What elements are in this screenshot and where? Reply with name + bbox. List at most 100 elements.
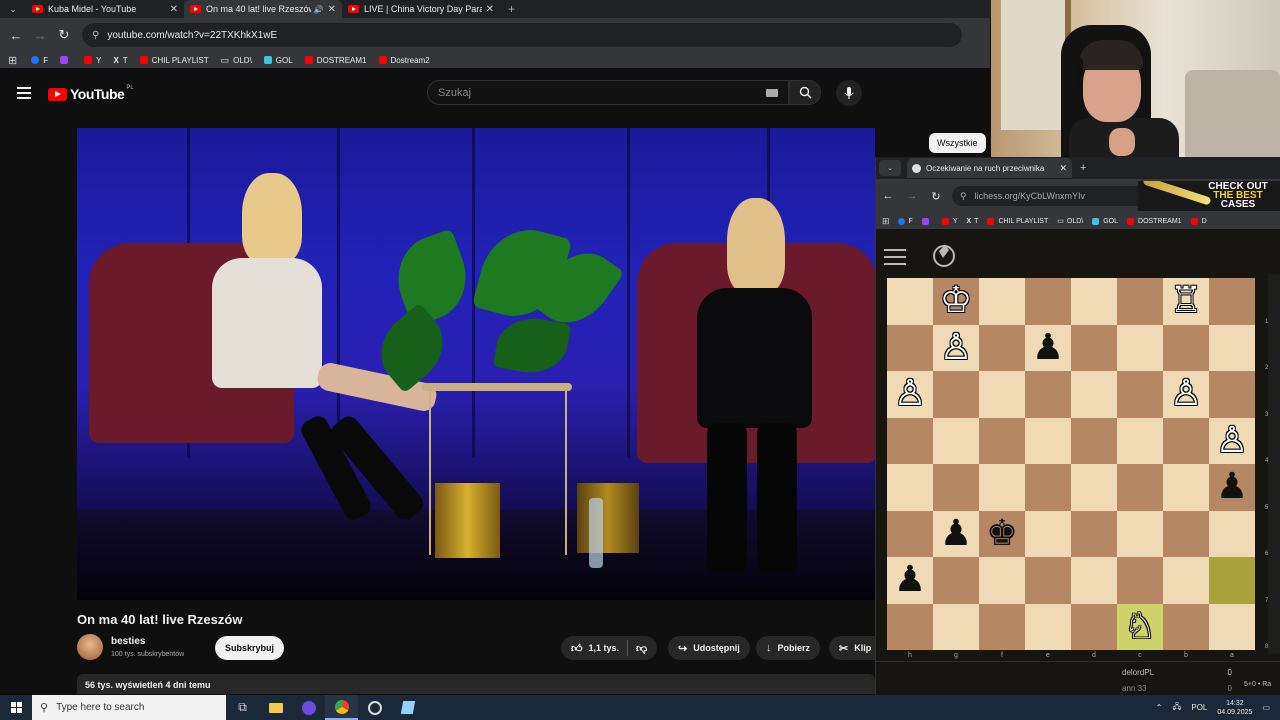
board-square[interactable]	[933, 603, 979, 650]
board-square[interactable]	[979, 371, 1025, 418]
tab-search-button[interactable]: ⌄	[0, 0, 26, 18]
board-square[interactable]	[979, 324, 1025, 371]
board-square[interactable]	[1025, 278, 1071, 325]
board-square[interactable]: ♘	[1117, 603, 1163, 650]
keyboard-icon[interactable]	[766, 88, 778, 97]
board-square[interactable]	[1209, 510, 1255, 557]
board-square[interactable]	[1071, 417, 1117, 464]
board-square[interactable]: ♙	[1209, 417, 1255, 464]
address-bar[interactable]: ⚲ youtube.com/watch?v=22TXKhkX1wE	[82, 23, 962, 47]
black-pawn-icon[interactable]: ♟	[940, 515, 972, 552]
search-input[interactable]: Szukaj	[427, 80, 789, 105]
board-square[interactable]: ♖	[1163, 278, 1209, 325]
ad-banner[interactable]: CHECK OUT THE BEST CASES	[1138, 181, 1280, 211]
white-king-icon[interactable]: ♔	[940, 283, 972, 319]
chrome-icon[interactable]	[325, 695, 358, 720]
board-square[interactable]	[1071, 557, 1117, 604]
board-square[interactable]	[1163, 510, 1209, 557]
reload-button[interactable]: ↻	[52, 27, 76, 43]
board-square[interactable]	[1163, 324, 1209, 371]
close-tab-icon[interactable]: ✕	[1059, 163, 1067, 174]
channel-name[interactable]: besties	[111, 636, 145, 647]
bookmark-item[interactable]: GOL	[263, 56, 293, 65]
board-square[interactable]	[1209, 371, 1255, 418]
board-square[interactable]	[1163, 464, 1209, 511]
board-square[interactable]	[1117, 417, 1163, 464]
board-square[interactable]	[1025, 603, 1071, 650]
board-square[interactable]	[979, 464, 1025, 511]
board-square[interactable]	[1025, 557, 1071, 604]
board-square[interactable]	[1071, 510, 1117, 557]
chat-app-icon[interactable]	[292, 695, 325, 720]
bookmark-item[interactable]: GOL	[1092, 217, 1118, 225]
board-square[interactable]	[1209, 603, 1255, 650]
bookmark-item[interactable]	[60, 56, 72, 64]
language-indicator[interactable]: POL	[1191, 703, 1207, 712]
back-button[interactable]: ←	[4, 28, 28, 43]
board-square[interactable]	[1209, 324, 1255, 371]
task-view-icon[interactable]: ⧉	[226, 695, 259, 720]
apps-grid-icon[interactable]: ⊞	[8, 54, 17, 67]
tab-lichess[interactable]: Oczekiwanie na ruch przeciwnika ✕	[907, 158, 1072, 178]
board-square[interactable]	[979, 603, 1025, 650]
bookmark-item[interactable]: F	[31, 56, 48, 65]
board-square[interactable]	[1071, 371, 1117, 418]
board-square[interactable]: ♙	[887, 371, 933, 418]
menu-icon[interactable]	[884, 249, 906, 265]
clip-button[interactable]: ✂ Klip	[829, 636, 876, 660]
bookmark-item[interactable]: F	[897, 217, 913, 225]
board-square[interactable]	[887, 324, 933, 371]
board-square[interactable]	[887, 417, 933, 464]
tab-search-button[interactable]: ⌄	[879, 160, 901, 176]
thumbs-up-icon[interactable]: 👍︎	[571, 642, 583, 655]
board-square[interactable]	[979, 557, 1025, 604]
board-square[interactable]	[887, 603, 933, 650]
board-square[interactable]	[979, 417, 1025, 464]
board-square[interactable]	[1117, 278, 1163, 325]
board-square[interactable]	[933, 557, 979, 604]
close-tab-icon[interactable]: ✕	[170, 4, 178, 15]
bookmark-item[interactable]: XT	[967, 218, 979, 225]
board-square[interactable]: ♟	[1025, 324, 1071, 371]
tab-video-active[interactable]: On ma 40 lat! live Rzeszów 🔊 ✕	[184, 0, 342, 18]
board-square[interactable]	[887, 464, 933, 511]
white-rook-icon[interactable]: ♖	[1170, 283, 1202, 319]
bookmark-item[interactable]: DOSTREAM1	[1127, 217, 1182, 225]
bookmark-item[interactable]: ▭ OLD\	[221, 55, 252, 66]
black-pawn-icon[interactable]: ♟	[894, 562, 926, 598]
board-square[interactable]: ♟	[933, 510, 979, 557]
tab-kuba-midel[interactable]: Kuba Midel - YouTube ✕	[26, 0, 184, 18]
board-square[interactable]	[1025, 510, 1071, 557]
board-square[interactable]	[1117, 371, 1163, 418]
menu-icon[interactable]	[17, 87, 31, 99]
white-knight-icon[interactable]: ♘	[1124, 608, 1156, 645]
share-button[interactable]: ↪ Udostępnij	[668, 636, 750, 660]
board-square[interactable]	[1209, 557, 1255, 604]
bookmark-item[interactable]: CHIL PLAYLIST	[139, 56, 209, 65]
board-square[interactable]	[933, 464, 979, 511]
video-player[interactable]	[77, 128, 875, 600]
board-square[interactable]	[979, 278, 1025, 325]
notepad-icon[interactable]	[391, 695, 424, 720]
youtube-logo[interactable]: YouTube PL	[48, 85, 134, 102]
black-king-icon[interactable]: ♚	[986, 515, 1018, 552]
bookmark-item[interactable]: Y	[941, 217, 958, 225]
forward-button[interactable]: →	[28, 28, 52, 43]
board-square[interactable]: ♙	[1163, 371, 1209, 418]
board-square[interactable]	[887, 278, 933, 325]
board-square[interactable]	[1163, 557, 1209, 604]
clock[interactable]: 14:32 04.09.2025	[1217, 699, 1252, 717]
board-square[interactable]	[1117, 324, 1163, 371]
board-square[interactable]	[1117, 557, 1163, 604]
white-pawn-icon[interactable]: ♙	[894, 376, 926, 412]
description-box[interactable]: 56 tys. wyświetleń 4 dni temu	[77, 674, 875, 694]
white-pawn-icon[interactable]: ♙	[1216, 422, 1248, 459]
taskbar-search-input[interactable]: ⚲ Type here to search	[32, 695, 226, 720]
bookmark-item[interactable]: ▭ OLD\	[1057, 217, 1083, 226]
bookmark-item[interactable]: XT	[113, 56, 127, 65]
tab-china-parade[interactable]: LIVE | China Victory Day Parade ✕	[342, 0, 500, 18]
black-pawn-icon[interactable]: ♟	[1216, 469, 1248, 505]
start-button[interactable]	[0, 695, 32, 720]
black-pawn-icon[interactable]: ♟	[1032, 329, 1064, 366]
board-square[interactable]	[1025, 371, 1071, 418]
